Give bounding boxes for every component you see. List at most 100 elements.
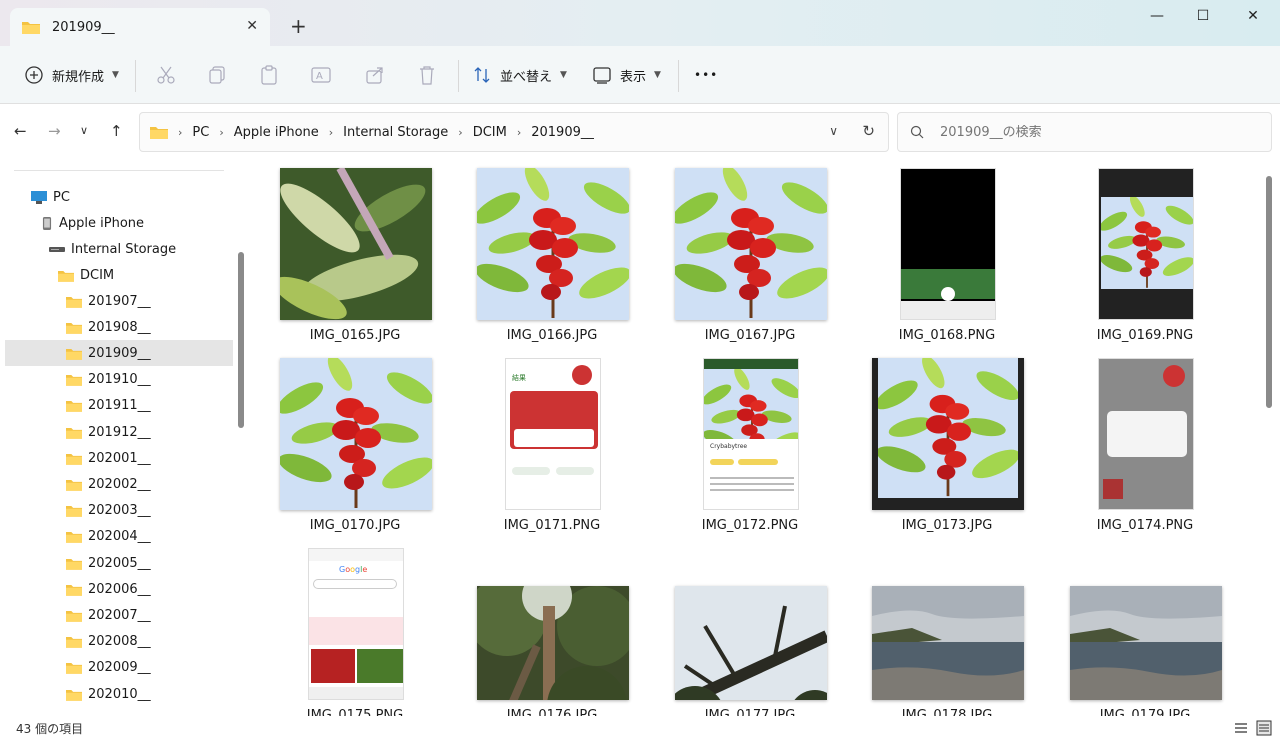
file-item[interactable]: IMG_0166.JPG	[472, 156, 632, 343]
sidebar-item-label: 201909__	[88, 345, 151, 361]
content-scrollbar-thumb[interactable]	[1266, 176, 1272, 408]
details-view-icon[interactable]	[1233, 720, 1249, 736]
breadcrumb-dcim[interactable]: DCIM	[473, 125, 507, 140]
chevron-right-icon: ›	[178, 125, 183, 139]
sort-button[interactable]: 並べ替え ▼	[472, 62, 567, 88]
forward-icon[interactable]: →	[48, 122, 61, 140]
cut-icon[interactable]	[155, 64, 177, 86]
title-bar: 201909__ ✕ + — ☐ ✕	[0, 0, 1280, 46]
sidebar-item-internal-storage[interactable]: Internal Storage	[5, 236, 233, 262]
file-item[interactable]: IMG_0176.JPG	[472, 536, 632, 716]
recent-locations-icon[interactable]: ∨	[80, 124, 88, 137]
sidebar-item-label: 202004__	[88, 529, 151, 545]
folder-icon	[66, 506, 82, 517]
sidebar-scrollbar[interactable]	[236, 156, 248, 716]
tab-close-icon[interactable]: ✕	[246, 18, 258, 34]
file-name: IMG_0165.JPG	[309, 328, 401, 343]
sidebar-item-label: Internal Storage	[71, 241, 177, 257]
address-row: ← → ∨ ↑ › PC › Apple iPhone › Internal S…	[0, 104, 1280, 156]
file-item[interactable]: IMG_0168.PNG	[867, 156, 1027, 343]
file-item[interactable]: IMG_0169.PNG	[1065, 156, 1225, 343]
file-item[interactable]: Crybabytree IMG_0172.PNG	[670, 346, 830, 533]
file-name: IMG_0171.PNG	[503, 518, 601, 533]
maximize-button[interactable]: ☐	[1180, 8, 1226, 28]
sidebar-item-folder[interactable]: 202009__	[5, 655, 233, 681]
share-icon[interactable]	[364, 64, 386, 86]
file-grid: IMG_0165.JPG IMG_0166.JPG IMG_0167.JPG IMG_…	[250, 156, 1280, 716]
file-thumbnail	[872, 358, 1024, 510]
sidebar-item-label: 202009__	[88, 660, 151, 676]
phone-icon	[42, 216, 52, 230]
file-item[interactable]: IMG_0173.JPG	[867, 346, 1027, 533]
file-item[interactable]: IMG_0178.JPG	[867, 536, 1027, 716]
view-button[interactable]: 表示 ▼	[592, 62, 661, 88]
file-thumbnail	[675, 168, 827, 320]
divider	[458, 60, 459, 92]
more-options-button[interactable]: •••	[694, 62, 718, 88]
sidebar-item-folder[interactable]: 201909__	[5, 340, 233, 367]
sidebar-item-folder[interactable]: 202008__	[5, 629, 233, 655]
sidebar-scrollbar-thumb[interactable]	[238, 252, 244, 428]
sidebar-item-folder[interactable]: 202007__	[5, 602, 233, 628]
file-thumbnail	[477, 168, 629, 320]
minimize-button[interactable]: —	[1134, 8, 1180, 28]
address-bar[interactable]: › PC › Apple iPhone › Internal Storage ›…	[139, 112, 889, 152]
breadcrumb-iphone[interactable]: Apple iPhone	[234, 125, 319, 140]
chevron-right-icon: ›	[328, 125, 334, 139]
sidebar-item-folder[interactable]: 201908__	[5, 314, 233, 340]
sidebar-item-folder[interactable]: 201912__	[5, 419, 233, 445]
search-input[interactable]	[940, 124, 1240, 140]
file-item[interactable]: Google IMG_0175.PNG	[275, 536, 435, 716]
sidebar-item-folder[interactable]: 202010__	[5, 681, 233, 707]
sidebar-item-folder[interactable]: 202004__	[5, 524, 233, 550]
copy-icon[interactable]	[206, 64, 228, 86]
file-item[interactable]: 結果 IMG_0171.PNG	[472, 346, 632, 533]
sidebar-item-folder[interactable]: 202006__	[5, 576, 233, 602]
file-item[interactable]: IMG_0170.JPG	[275, 346, 435, 533]
breadcrumb-internal-storage[interactable]: Internal Storage	[343, 125, 448, 140]
folder-icon	[66, 322, 82, 334]
sidebar-item-folder[interactable]: 202001__	[5, 445, 233, 471]
search-box[interactable]	[897, 112, 1272, 152]
file-thumbnail	[1070, 586, 1222, 700]
paste-icon[interactable]	[258, 64, 280, 86]
sidebar-item-folder[interactable]: 202002__	[5, 471, 233, 497]
sidebar-item-folder[interactable]: 202003__	[5, 498, 233, 524]
sidebar-item-dcim[interactable]: DCIM	[5, 262, 233, 288]
file-item[interactable]: IMG_0177.JPG	[670, 536, 830, 716]
file-item[interactable]: IMG_0165.JPG	[275, 156, 435, 343]
new-button[interactable]: 新規作成 ▼	[24, 62, 119, 88]
sidebar-item-label: 202006__	[88, 581, 151, 597]
close-window-button[interactable]: ✕	[1230, 8, 1276, 28]
up-icon[interactable]: ↑	[110, 122, 123, 140]
back-icon[interactable]: ←	[14, 122, 27, 140]
address-dropdown-icon[interactable]: ∨	[829, 124, 838, 138]
new-tab-button[interactable]: +	[290, 14, 307, 38]
file-item[interactable]: IMG_0179.JPG	[1065, 536, 1225, 716]
tiles-view-icon[interactable]	[1256, 720, 1272, 736]
sidebar-item-pc[interactable]: PC	[5, 184, 233, 210]
folder-icon	[66, 663, 82, 675]
file-item[interactable]: IMG_0174.PNG	[1065, 346, 1225, 533]
tab-title: 201909__	[52, 19, 115, 35]
sidebar-item-label: 201910__	[88, 372, 151, 388]
file-thumbnail	[1070, 358, 1222, 510]
breadcrumb-current[interactable]: 201909__	[531, 125, 594, 140]
status-bar: 43 個の項目	[0, 716, 1280, 741]
sidebar-item-label: 202008__	[88, 634, 151, 650]
file-item[interactable]: IMG_0167.JPG	[670, 156, 830, 343]
sidebar-item-folder[interactable]: 201907__	[5, 288, 233, 314]
sidebar-item-folder[interactable]: 202005__	[5, 550, 233, 576]
computer-icon	[31, 190, 47, 204]
sidebar-item-folder[interactable]: 201910__	[5, 367, 233, 393]
rename-icon[interactable]: A	[310, 64, 332, 86]
folder-icon	[66, 689, 82, 701]
sidebar-item-folder[interactable]: 201911__	[5, 393, 233, 419]
tab-current-folder[interactable]: 201909__ ✕	[10, 8, 270, 46]
file-thumbnail: Google	[280, 548, 432, 700]
refresh-icon[interactable]: ↻	[862, 122, 875, 140]
breadcrumb-pc[interactable]: PC	[192, 125, 209, 140]
file-name: IMG_0166.JPG	[506, 328, 598, 343]
delete-icon[interactable]	[416, 64, 438, 86]
sidebar-item-iphone[interactable]: Apple iPhone	[5, 210, 233, 236]
